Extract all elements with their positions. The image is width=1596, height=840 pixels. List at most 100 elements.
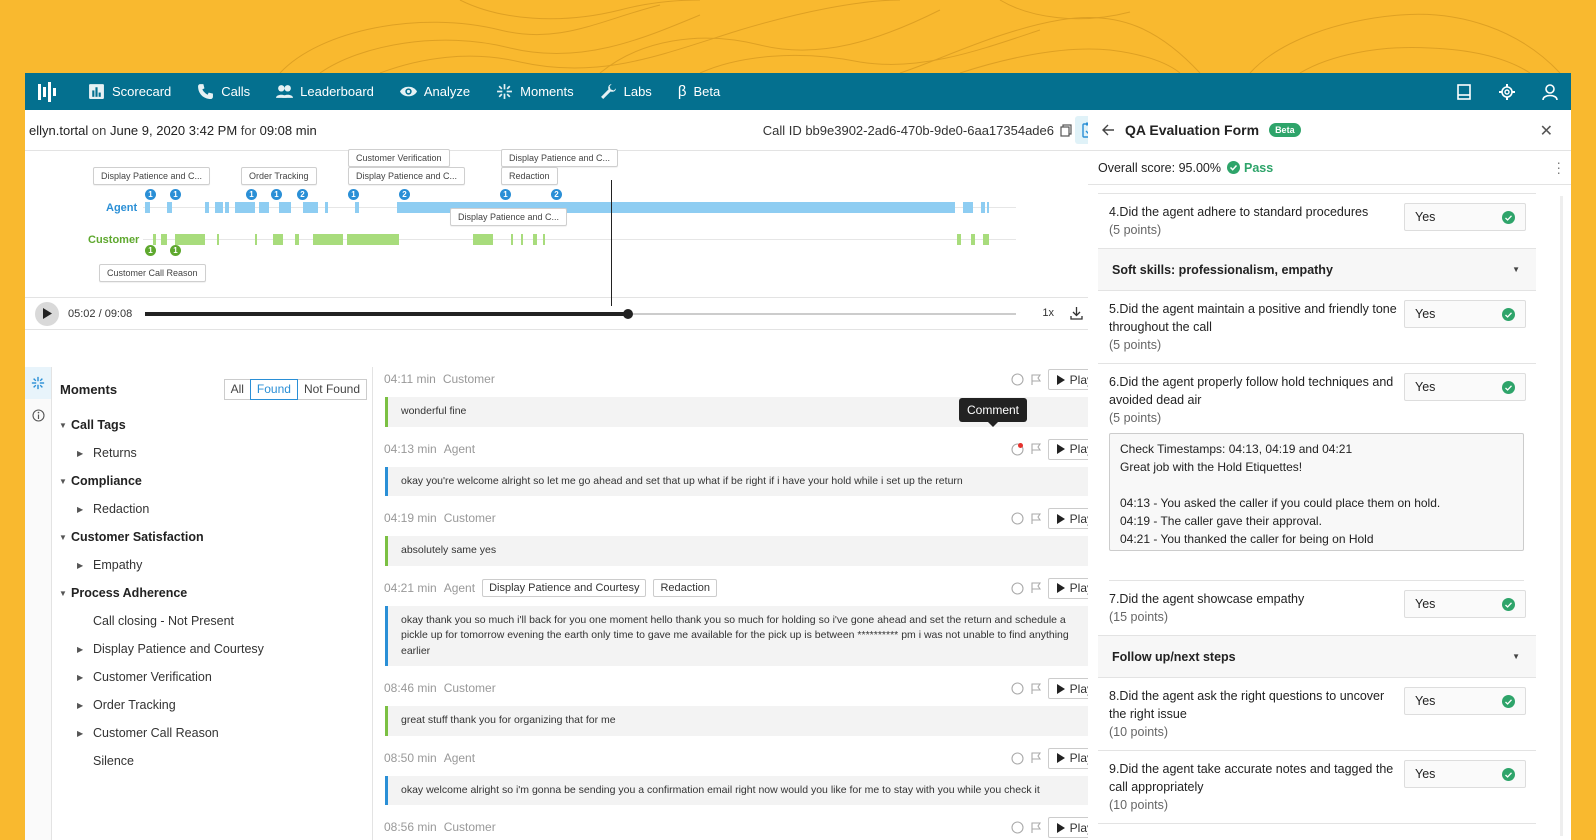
agent-speech-segment[interactable] <box>235 202 255 213</box>
customer-speech-segment[interactable] <box>273 234 283 245</box>
nav-beta[interactable]: β Beta <box>665 73 733 110</box>
customer-speech-segment[interactable] <box>295 234 299 245</box>
agent-speech-segment[interactable] <box>987 202 989 213</box>
answer-select[interactable]: Yes <box>1404 300 1526 328</box>
nav-leaderboard[interactable]: Leaderboard <box>263 73 387 110</box>
moment-marker[interactable]: 1 <box>500 189 511 200</box>
filter-all[interactable]: All <box>223 379 251 400</box>
customer-speech-segment[interactable] <box>161 234 167 245</box>
moment-group[interactable]: ▼ Customer Satisfaction <box>53 523 372 551</box>
app-logo-icon[interactable] <box>29 73 65 110</box>
answer-select[interactable]: Yes <box>1404 687 1526 715</box>
section-soft-skills[interactable]: Soft skills: professionalism, empathy ▼ <box>1098 249 1536 291</box>
call-user[interactable]: ellyn.tortal <box>29 123 88 138</box>
customer-speech-segment[interactable] <box>511 234 513 245</box>
moment-marker[interactable]: 1 <box>170 245 181 256</box>
timeline-tag[interactable]: Display Patience and C... <box>348 167 466 185</box>
more-options-icon[interactable]: · · · <box>1556 155 1561 179</box>
section-follow-up[interactable]: Follow up/next steps ▼ <box>1098 636 1536 678</box>
comment-icon[interactable] <box>1011 512 1024 525</box>
close-icon[interactable]: ✕ <box>1540 121 1553 141</box>
customer-speech-segment[interactable] <box>473 234 493 245</box>
customer-speech-segment[interactable] <box>313 234 343 245</box>
comment-icon[interactable] <box>1011 751 1024 765</box>
moment-marker[interactable]: 1 <box>348 189 359 200</box>
flag-icon[interactable] <box>1030 682 1042 695</box>
moment-group[interactable]: ▼ Process Adherence <box>53 579 372 607</box>
agent-speech-segment[interactable] <box>205 202 209 213</box>
scrollbar[interactable] <box>1560 196 1563 836</box>
customer-speech-segment[interactable] <box>971 234 975 245</box>
back-arrow-icon[interactable] <box>1102 124 1115 136</box>
answer-select[interactable]: Yes <box>1404 760 1526 788</box>
flag-icon[interactable] <box>1030 582 1042 594</box>
seek-thumb[interactable] <box>623 309 634 319</box>
moment-item[interactable]: ▶ Customer Call Reason <box>53 719 372 747</box>
playback-speed[interactable]: 1x <box>1042 307 1054 319</box>
timeline-tag[interactable]: Redaction <box>501 167 558 185</box>
agent-speech-segment[interactable] <box>145 202 150 213</box>
comment-icon[interactable] <box>1011 821 1024 834</box>
answer-select[interactable]: Yes <box>1404 590 1526 618</box>
customer-speech-segment[interactable] <box>957 234 961 245</box>
answer-select[interactable]: Yes <box>1404 203 1526 231</box>
agent-speech-segment[interactable] <box>215 202 223 213</box>
flag-icon[interactable] <box>1030 373 1042 386</box>
evaluator-notes-textarea[interactable]: Check Timestamps: 04:13, 04:19 and 04:21… <box>1109 433 1524 551</box>
moment-marker[interactable]: 1 <box>170 189 181 200</box>
moment-marker[interactable]: 1 <box>145 189 156 200</box>
flag-icon[interactable] <box>1030 821 1042 834</box>
timeline-tag[interactable]: Display Patience and C... <box>93 167 211 185</box>
timeline-tag[interactable]: Customer Call Reason <box>99 264 206 282</box>
customer-speech-segment[interactable] <box>533 234 537 245</box>
moment-chip[interactable]: Display Patience and Courtesy <box>482 578 647 597</box>
play-button[interactable] <box>35 301 59 326</box>
moment-marker[interactable]: 2 <box>551 189 562 200</box>
settings-button[interactable] <box>1485 73 1528 110</box>
comment-icon[interactable] <box>1011 373 1024 386</box>
nav-scorecard[interactable]: Scorecard <box>75 73 184 110</box>
nav-analyze[interactable]: Analyze <box>387 73 483 110</box>
customer-speech-segment[interactable] <box>347 234 399 245</box>
filter-not-found[interactable]: Not Found <box>296 379 367 400</box>
flag-icon[interactable] <box>1030 512 1042 525</box>
answer-select[interactable]: Yes <box>1404 373 1526 401</box>
agent-speech-segment[interactable] <box>167 202 172 213</box>
agent-speech-segment[interactable] <box>981 202 985 213</box>
agent-speech-segment[interactable] <box>397 202 405 213</box>
timeline-tag[interactable]: Customer Verification <box>348 149 450 167</box>
playhead-line[interactable] <box>611 180 612 306</box>
moment-item[interactable]: ▶ Empathy <box>53 551 372 579</box>
moment-chip[interactable]: Redaction <box>653 578 718 597</box>
comment-icon[interactable] <box>1011 442 1024 456</box>
agent-speech-segment[interactable] <box>355 202 359 213</box>
moment-item[interactable]: Silence <box>53 747 372 775</box>
agent-speech-segment[interactable] <box>325 202 328 213</box>
nav-labs[interactable]: Labs <box>587 73 665 110</box>
comment-icon[interactable] <box>1011 682 1024 695</box>
customer-speech-segment[interactable] <box>543 234 545 245</box>
agent-speech-segment[interactable] <box>279 202 291 213</box>
customer-speech-segment[interactable] <box>217 234 219 245</box>
moment-marker[interactable]: 1 <box>246 189 257 200</box>
timeline-tag[interactable]: Display Patience and C... <box>450 208 568 226</box>
book-button[interactable] <box>1442 73 1485 110</box>
customer-speech-segment[interactable] <box>521 234 523 245</box>
rail-info-button[interactable] <box>25 399 51 431</box>
moment-item[interactable]: ▶ Returns <box>53 439 372 467</box>
moment-item[interactable]: ▶ Order Tracking <box>53 691 372 719</box>
call-timeline[interactable]: Display Patience and C... Order Tracking… <box>25 149 1106 298</box>
download-icon[interactable] <box>1070 306 1083 320</box>
flag-icon[interactable] <box>1030 443 1042 455</box>
moment-item[interactable]: ▶ Redaction <box>53 495 372 523</box>
customer-speech-segment[interactable] <box>983 234 989 245</box>
copy-icon[interactable] <box>1060 124 1072 137</box>
filter-found[interactable]: Found <box>249 379 298 400</box>
moment-marker[interactable]: 1 <box>145 245 156 256</box>
moment-marker[interactable]: 2 <box>297 189 308 200</box>
seek-bar[interactable] <box>145 309 1016 319</box>
flag-icon[interactable] <box>1030 752 1042 764</box>
moment-group[interactable]: ▼ Call Tags <box>53 411 372 439</box>
agent-speech-segment[interactable] <box>225 202 229 213</box>
agent-speech-segment[interactable] <box>303 202 318 213</box>
